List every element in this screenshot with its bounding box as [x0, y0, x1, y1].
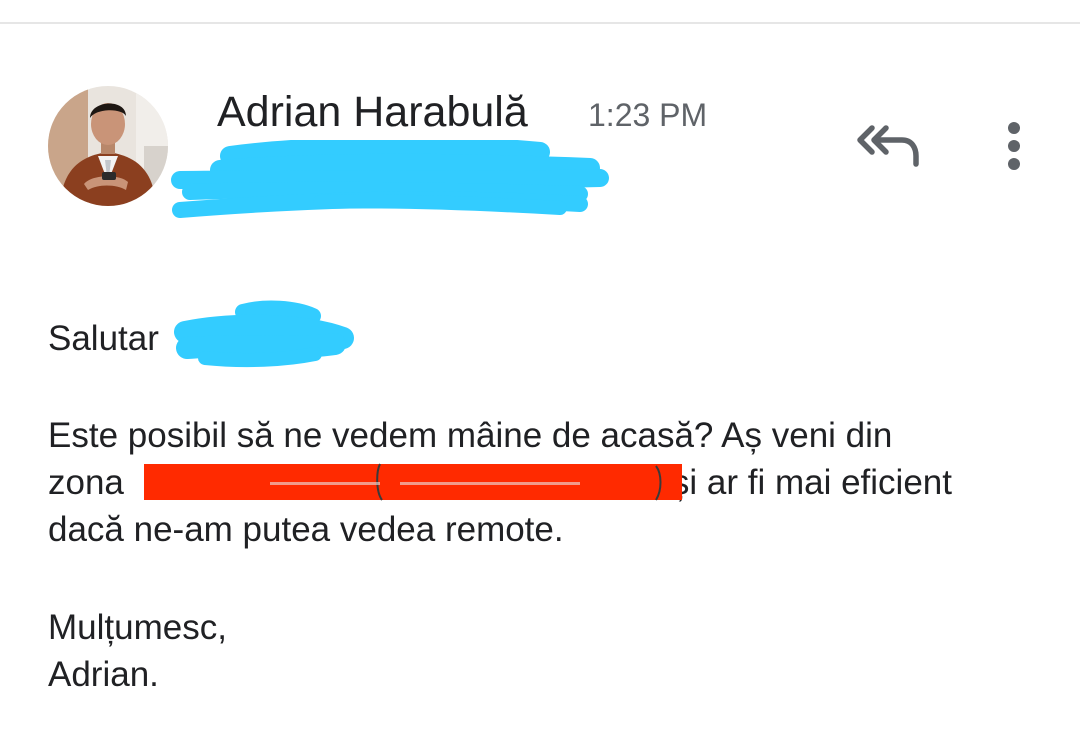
closing-text: Mulțumesc,	[48, 608, 227, 647]
greeting-text: Salutar	[48, 319, 159, 358]
greeting-redaction-scribble	[174, 300, 354, 368]
body-line: dacă ne-am putea vedea remote.	[48, 510, 564, 549]
body-line-start: zona	[48, 463, 124, 502]
body-line: zona și ar fi mai eficient	[48, 459, 1048, 506]
message-time: 1:23 PM	[588, 97, 708, 133]
avatar-photo	[48, 86, 168, 206]
body-line-end: și ar fi mai eficient	[671, 463, 952, 502]
more-vertical-icon	[1008, 122, 1020, 170]
signature-text: Adrian.	[48, 655, 159, 694]
email-closing: Mulțumesc, Adrian.	[48, 604, 227, 698]
reply-all-icon	[857, 125, 919, 167]
email-body-paragraph: Este posibil să ne vedem mâine de acasă?…	[48, 412, 1048, 553]
sender-name: Adrian Harabulă	[217, 88, 528, 136]
more-options-button[interactable]	[994, 116, 1034, 180]
body-line: Este posibil să ne vedem mâine de acasă?…	[48, 416, 893, 455]
sender-avatar[interactable]	[48, 86, 168, 206]
recipient-redaction-scribble	[171, 140, 609, 218]
top-divider	[0, 22, 1080, 24]
reply-all-button[interactable]	[852, 118, 924, 174]
